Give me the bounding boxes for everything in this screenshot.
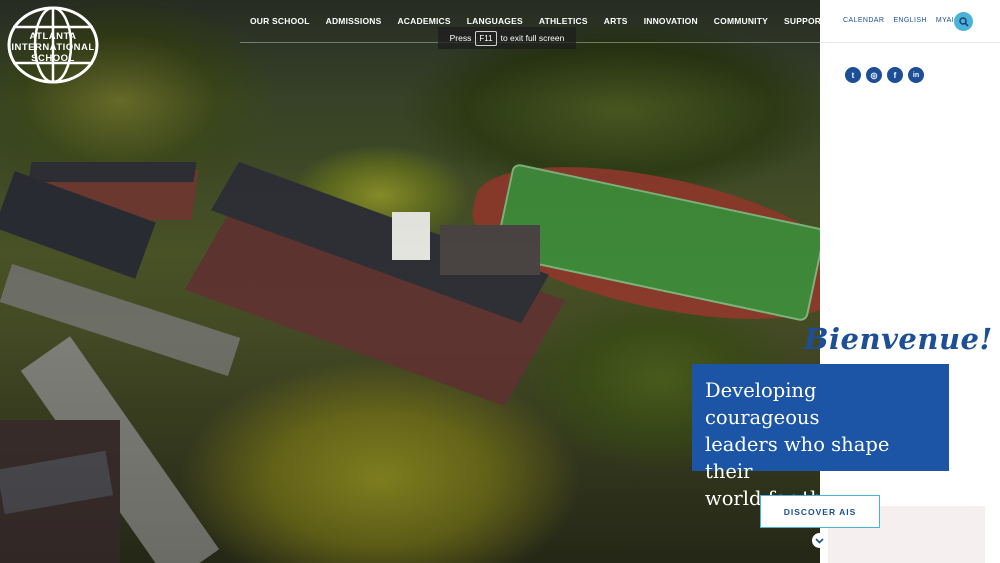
nav-arts[interactable]: ARTS xyxy=(604,16,628,26)
hero-tagline-line-2: leaders who shape their xyxy=(705,433,890,483)
nav-innovation[interactable]: INNOVATION xyxy=(644,16,698,26)
nav-our-school[interactable]: OUR SCHOOL xyxy=(250,16,310,26)
english-link[interactable]: ENGLISH xyxy=(893,17,927,24)
nav-languages[interactable]: LANGUAGES xyxy=(467,16,523,26)
linkedin-icon[interactable]: in xyxy=(908,67,924,83)
logo-line-school: SCHOOL xyxy=(31,53,75,64)
hero-tagline-line-1: Developing courageous xyxy=(705,379,820,429)
nav-admissions[interactable]: ADMISSIONS xyxy=(326,16,382,26)
search-icon xyxy=(958,16,969,27)
nav-athletics[interactable]: ATHLETICS xyxy=(539,16,588,26)
facebook-icon[interactable]: f xyxy=(887,67,903,83)
school-logo[interactable]: ATLANTA INTERNATIONAL SCHOOL xyxy=(5,5,101,85)
fullscreen-notice-suffix: to exit full screen xyxy=(500,33,565,43)
fullscreen-notice: Press F11 to exit full screen xyxy=(438,27,576,49)
nav-academics[interactable]: ACADEMICS xyxy=(397,16,450,26)
panel-divider xyxy=(820,42,1000,43)
logo-line-international: INTERNATIONAL xyxy=(11,42,95,53)
utility-links: CALENDAR ENGLISH MYAIS xyxy=(843,17,959,24)
hero-greeting: Bienvenue! xyxy=(804,322,993,356)
scroll-down-button[interactable] xyxy=(812,533,827,548)
hero-overlay xyxy=(0,0,820,563)
instagram-icon[interactable]: ◎ xyxy=(866,67,882,83)
logo-line-atlanta: ATLANTA xyxy=(29,31,77,42)
social-links: t ◎ f in xyxy=(845,67,924,83)
hero-background-image xyxy=(0,0,820,563)
fullscreen-notice-prefix: Press xyxy=(449,33,472,43)
hero-tagline-box: Developing courageous leaders who shape … xyxy=(692,364,949,510)
calendar-link[interactable]: CALENDAR xyxy=(843,17,884,24)
main-navigation: OUR SCHOOL ADMISSIONS ACADEMICS LANGUAGE… xyxy=(250,16,827,26)
nav-community[interactable]: COMMUNITY xyxy=(714,16,768,26)
discover-ais-button[interactable]: DISCOVER AIS xyxy=(760,495,880,528)
search-button[interactable] xyxy=(954,12,973,31)
f11-key: F11 xyxy=(475,30,497,46)
twitter-icon[interactable]: t xyxy=(845,67,861,83)
chevron-down-icon xyxy=(815,537,824,544)
